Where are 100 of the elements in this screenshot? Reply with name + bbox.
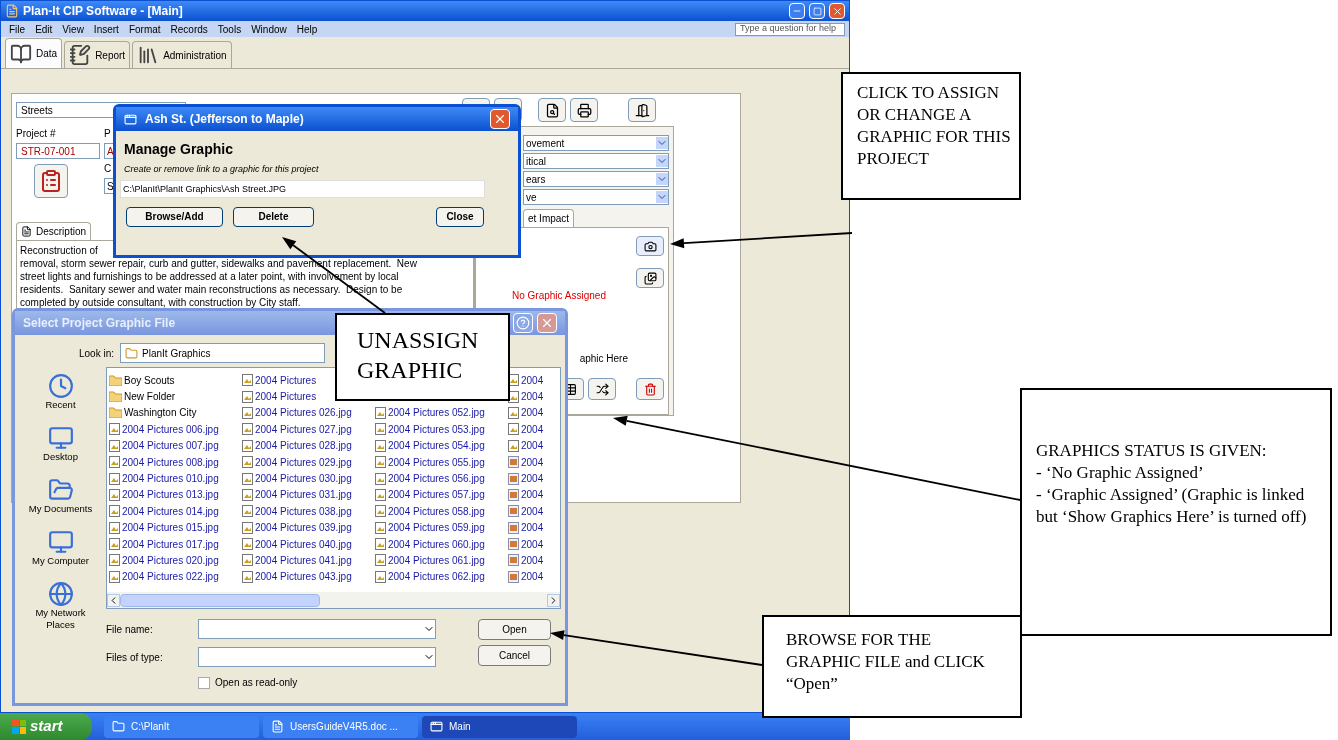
picture-entry[interactable]: 2004 Pictures 057.jpg bbox=[375, 486, 485, 504]
menu-item[interactable]: Format bbox=[128, 21, 161, 37]
project-number-field[interactable]: STR-07-001 bbox=[16, 143, 100, 159]
place-item[interactable]: My Computer bbox=[21, 529, 100, 567]
menu-item[interactable]: Tools bbox=[217, 21, 242, 37]
folder-entry[interactable]: New Folder bbox=[109, 388, 176, 405]
picture-entry[interactable]: 2004 Pictures 027.jpg bbox=[242, 421, 352, 438]
menu-item[interactable]: View bbox=[62, 21, 84, 37]
picture-entry[interactable]: 2004 Pictures 006.jpg bbox=[109, 421, 219, 438]
picture-entry[interactable]: 2004 Pictures bbox=[242, 388, 317, 405]
taskbar-item[interactable]: C:\PlanIt bbox=[104, 715, 259, 738]
dropdown-field[interactable]: ve bbox=[523, 189, 669, 205]
dropdown-field[interactable]: ovement bbox=[523, 135, 669, 151]
picture-entry[interactable]: 2004 bbox=[508, 552, 544, 569]
picture-entry[interactable]: 2004 Pictures 020.jpg bbox=[109, 552, 219, 569]
preview-button[interactable] bbox=[538, 98, 566, 122]
tab[interactable]: Description bbox=[16, 222, 92, 240]
picture-entry[interactable]: 2004 Pictures 007.jpg bbox=[109, 437, 219, 454]
start-button[interactable]: start bbox=[0, 713, 92, 740]
checkbox[interactable] bbox=[198, 676, 210, 689]
picture-entry[interactable]: 2004 Pictures 031.jpg bbox=[242, 486, 352, 504]
exit-button[interactable] bbox=[628, 98, 656, 122]
picture-entry[interactable]: 2004 Pictures 017.jpg bbox=[109, 535, 219, 553]
picture-entry[interactable]: 2004 Pictures 053.jpg bbox=[375, 421, 485, 438]
picture-entry[interactable]: 2004 bbox=[508, 470, 544, 487]
menu-item[interactable]: File bbox=[9, 21, 26, 37]
picture-entry[interactable]: 2004 Pictures 052.jpg bbox=[375, 404, 485, 422]
picture-entry[interactable]: 2004 bbox=[508, 486, 544, 504]
dialog-button[interactable]: Open bbox=[478, 619, 551, 640]
picture-entry[interactable]: 2004 Pictures 041.jpg bbox=[242, 552, 352, 569]
picture-entry[interactable]: 2004 Pictures 015.jpg bbox=[109, 519, 219, 536]
folder-entry[interactable]: Washington City bbox=[109, 404, 197, 422]
dialog-button[interactable]: Cancel bbox=[478, 645, 551, 666]
gallery-button[interactable] bbox=[636, 268, 664, 288]
picture-entry[interactable]: 2004 Pictures bbox=[242, 372, 317, 389]
picture-entry[interactable]: 2004 Pictures 054.jpg bbox=[375, 437, 485, 454]
picture-entry[interactable]: 2004 Pictures 043.jpg bbox=[242, 568, 352, 586]
picture-entry[interactable]: 2004 Pictures 060.jpg bbox=[375, 535, 485, 553]
scrollbar-thumb[interactable] bbox=[120, 593, 320, 607]
menu-item[interactable]: Help bbox=[296, 21, 318, 37]
path-field[interactable]: C:\PlanIt\PlanIt Graphics\Ash Street.JPG bbox=[120, 179, 485, 198]
close-button[interactable] bbox=[490, 109, 510, 129]
horizontal-scrollbar[interactable] bbox=[107, 592, 560, 608]
picture-entry[interactable]: 2004 bbox=[508, 503, 544, 520]
place-item[interactable]: Recent bbox=[21, 373, 100, 411]
picture-entry[interactable]: 2004 Pictures 022.jpg bbox=[109, 568, 219, 586]
tab[interactable]: Report bbox=[64, 41, 131, 68]
menu-item[interactable]: Records bbox=[170, 21, 208, 37]
picture-entry[interactable]: 2004 Pictures 008.jpg bbox=[109, 453, 219, 471]
place-item[interactable]: My Network Places bbox=[21, 581, 100, 631]
picture-entry[interactable]: 2004 Pictures 014.jpg bbox=[109, 503, 219, 520]
close-button[interactable] bbox=[829, 3, 845, 19]
picture-entry[interactable]: 2004 Pictures 061.jpg bbox=[375, 552, 485, 569]
print-button[interactable] bbox=[570, 98, 598, 122]
minimize-button[interactable] bbox=[789, 3, 805, 19]
menu-item[interactable]: Insert bbox=[93, 21, 119, 37]
help-search-field[interactable]: Type a question for help bbox=[735, 22, 845, 36]
picture-entry[interactable]: 2004 Pictures 062.jpg bbox=[375, 568, 485, 586]
file-name-field[interactable] bbox=[198, 619, 436, 639]
picture-entry[interactable]: 2004 Pictures 030.jpg bbox=[242, 470, 352, 487]
camera-button[interactable] bbox=[636, 236, 664, 256]
tab[interactable]: et Impact bbox=[523, 209, 575, 227]
menu-item[interactable]: Window bbox=[251, 21, 287, 37]
picture-entry[interactable]: 2004 bbox=[508, 421, 544, 438]
picture-entry[interactable]: 2004 bbox=[508, 437, 544, 454]
picture-entry[interactable]: 2004 bbox=[508, 519, 544, 536]
picture-entry[interactable]: 2004 Pictures 059.jpg bbox=[375, 519, 485, 536]
place-item[interactable]: My Documents bbox=[21, 477, 100, 515]
place-item[interactable]: Desktop bbox=[21, 425, 100, 463]
dropdown-field[interactable]: itical bbox=[523, 153, 669, 169]
look-in-dropdown[interactable]: PlanIt Graphics bbox=[120, 343, 326, 363]
tab[interactable]: Administration bbox=[132, 41, 232, 68]
picture-entry[interactable]: 2004 Pictures 028.jpg bbox=[242, 437, 352, 454]
picture-entry[interactable]: 2004 bbox=[508, 404, 544, 422]
picture-entry[interactable]: 2004 Pictures 026.jpg bbox=[242, 404, 352, 422]
picture-entry[interactable]: 2004 Pictures 040.jpg bbox=[242, 535, 352, 553]
picture-entry[interactable]: 2004 bbox=[508, 453, 544, 471]
tab[interactable]: Data bbox=[5, 38, 63, 68]
picture-entry[interactable]: 2004 Pictures 010.jpg bbox=[109, 470, 219, 487]
picture-entry[interactable]: 2004 Pictures 058.jpg bbox=[375, 503, 485, 520]
dialog-button[interactable]: Close bbox=[436, 206, 484, 227]
picture-entry[interactable]: 2004 Pictures 029.jpg bbox=[242, 453, 352, 471]
report-button[interactable] bbox=[34, 164, 68, 198]
file-type-dropdown[interactable] bbox=[198, 647, 436, 667]
picture-entry[interactable]: 2004 Pictures 056.jpg bbox=[375, 470, 485, 487]
taskbar-item[interactable]: UsersGuideV4R5.doc ... bbox=[263, 715, 418, 738]
picture-entry[interactable]: 2004 Pictures 038.jpg bbox=[242, 503, 352, 520]
picture-entry[interactable]: 2004 bbox=[508, 535, 544, 553]
dropdown-field[interactable]: ears bbox=[523, 171, 669, 187]
shuffle-button[interactable] bbox=[588, 378, 616, 400]
picture-entry[interactable]: 2004 Pictures 039.jpg bbox=[242, 519, 352, 536]
taskbar-item[interactable]: Main bbox=[422, 715, 577, 738]
picture-entry[interactable]: 2004 bbox=[508, 568, 544, 586]
maximize-button[interactable] bbox=[809, 3, 825, 19]
dialog-button[interactable]: Browse/Add bbox=[126, 206, 223, 227]
delete-button[interactable] bbox=[636, 378, 664, 400]
dialog-button[interactable]: Delete bbox=[233, 206, 314, 227]
picture-entry[interactable]: 2004 Pictures 013.jpg bbox=[109, 486, 219, 504]
menu-item[interactable]: Edit bbox=[35, 21, 53, 37]
picture-entry[interactable]: 2004 Pictures 055.jpg bbox=[375, 453, 485, 471]
